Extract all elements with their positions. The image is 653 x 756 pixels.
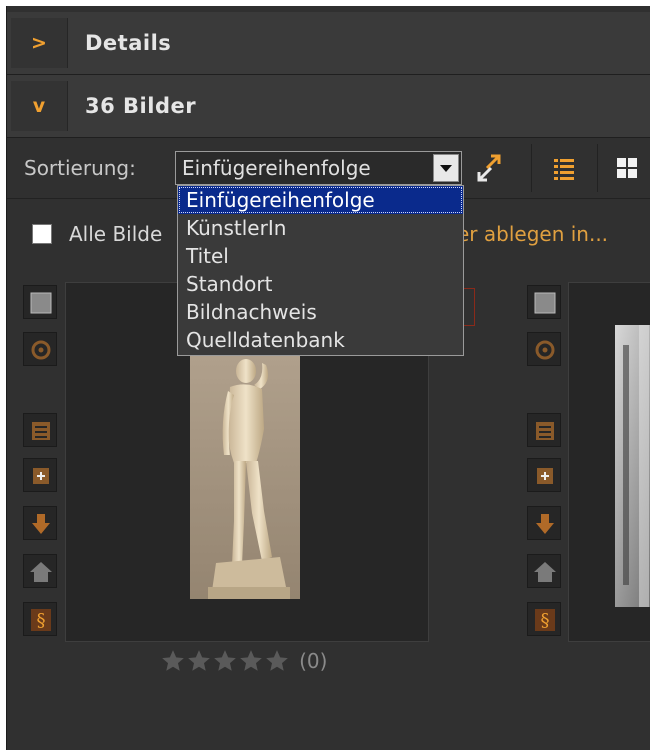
sort-label: Sortierung: bbox=[24, 156, 136, 180]
checkbox-icon bbox=[30, 292, 52, 314]
details-section-header[interactable]: > Details bbox=[7, 12, 650, 75]
info-list-icon bbox=[32, 422, 50, 440]
home-icon bbox=[534, 562, 556, 582]
sort-option-insertion-order[interactable]: Einfügereihenfolge bbox=[178, 186, 463, 214]
reverse-sort-icon bbox=[477, 154, 501, 182]
sort-select-value: Einfügereihenfolge bbox=[182, 156, 371, 180]
sort-option-source-database[interactable]: Quelldatenbank bbox=[178, 326, 463, 354]
download-image-button[interactable] bbox=[527, 506, 561, 540]
copyright-button[interactable]: § bbox=[527, 602, 561, 636]
sort-option-artist[interactable]: KünstlerIn bbox=[178, 214, 463, 242]
star-icon bbox=[188, 650, 210, 671]
location-button[interactable] bbox=[527, 554, 561, 588]
reverse-sort-button[interactable] bbox=[469, 148, 509, 188]
target-icon bbox=[31, 340, 51, 360]
location-button[interactable] bbox=[23, 554, 57, 588]
paragraph-section-icon: § bbox=[535, 609, 555, 631]
zoom-image-button[interactable] bbox=[527, 332, 561, 366]
select-image-button[interactable] bbox=[23, 285, 57, 319]
star-rating[interactable]: (0) bbox=[160, 648, 327, 678]
bw-photo-thumbnail[interactable] bbox=[615, 325, 650, 607]
sort-option-location[interactable]: Standort bbox=[178, 270, 463, 298]
select-all-checkbox[interactable] bbox=[32, 224, 52, 244]
select-all-label[interactable]: Alle Bilde bbox=[69, 199, 162, 269]
download-arrow-icon bbox=[32, 514, 50, 534]
details-title: Details bbox=[85, 31, 172, 55]
images-section-header[interactable]: v 36 Bilder bbox=[7, 75, 650, 138]
sort-option-credit[interactable]: Bildnachweis bbox=[178, 298, 463, 326]
expand-chevron-icon[interactable]: > bbox=[11, 18, 68, 68]
copyright-button[interactable]: § bbox=[23, 602, 57, 636]
paragraph-section-icon: § bbox=[31, 609, 51, 631]
svg-text:§: § bbox=[37, 610, 46, 631]
grid-view-button[interactable] bbox=[607, 148, 647, 188]
svg-text:§: § bbox=[541, 610, 550, 631]
toolbar-divider bbox=[531, 144, 532, 192]
checkbox-icon bbox=[534, 292, 556, 314]
list-view-icon bbox=[554, 159, 574, 180]
image-panel: > Details v 36 Bilder Sortierung: Einfüg… bbox=[6, 6, 650, 750]
image-info-button[interactable] bbox=[527, 413, 561, 447]
save-to-folder-link[interactable]: er ablegen in... bbox=[457, 199, 608, 269]
add-to-collection-icon bbox=[537, 468, 553, 484]
select-image-button[interactable] bbox=[527, 285, 561, 319]
info-list-icon bbox=[536, 422, 554, 440]
grid-view-icon bbox=[617, 158, 637, 178]
dropdown-arrow-icon[interactable] bbox=[433, 154, 459, 182]
list-view-button[interactable] bbox=[544, 148, 584, 188]
statue-thumbnail[interactable] bbox=[190, 351, 300, 599]
add-to-collection-icon bbox=[33, 468, 49, 484]
star-icon bbox=[266, 650, 288, 671]
collapse-chevron-icon[interactable]: v bbox=[11, 81, 68, 131]
sort-option-title[interactable]: Titel bbox=[178, 242, 463, 270]
images-count-title: 36 Bilder bbox=[85, 94, 197, 118]
image-thumbnail-frame[interactable] bbox=[568, 282, 650, 642]
rating-count: (0) bbox=[299, 649, 328, 673]
zoom-image-button[interactable] bbox=[23, 332, 57, 366]
add-image-button[interactable] bbox=[23, 458, 57, 492]
target-icon bbox=[535, 340, 555, 360]
star-icon bbox=[240, 650, 262, 671]
image-info-button[interactable] bbox=[23, 413, 57, 447]
download-image-button[interactable] bbox=[23, 506, 57, 540]
home-icon bbox=[30, 562, 52, 582]
toolbar-divider bbox=[597, 144, 598, 192]
add-image-button[interactable] bbox=[527, 458, 561, 492]
sort-dropdown-list[interactable]: Einfügereihenfolge KünstlerIn Titel Stan… bbox=[177, 185, 464, 356]
star-icon bbox=[162, 650, 184, 671]
sort-select[interactable]: Einfügereihenfolge bbox=[175, 151, 462, 185]
download-arrow-icon bbox=[536, 514, 554, 534]
star-icon bbox=[214, 650, 236, 671]
